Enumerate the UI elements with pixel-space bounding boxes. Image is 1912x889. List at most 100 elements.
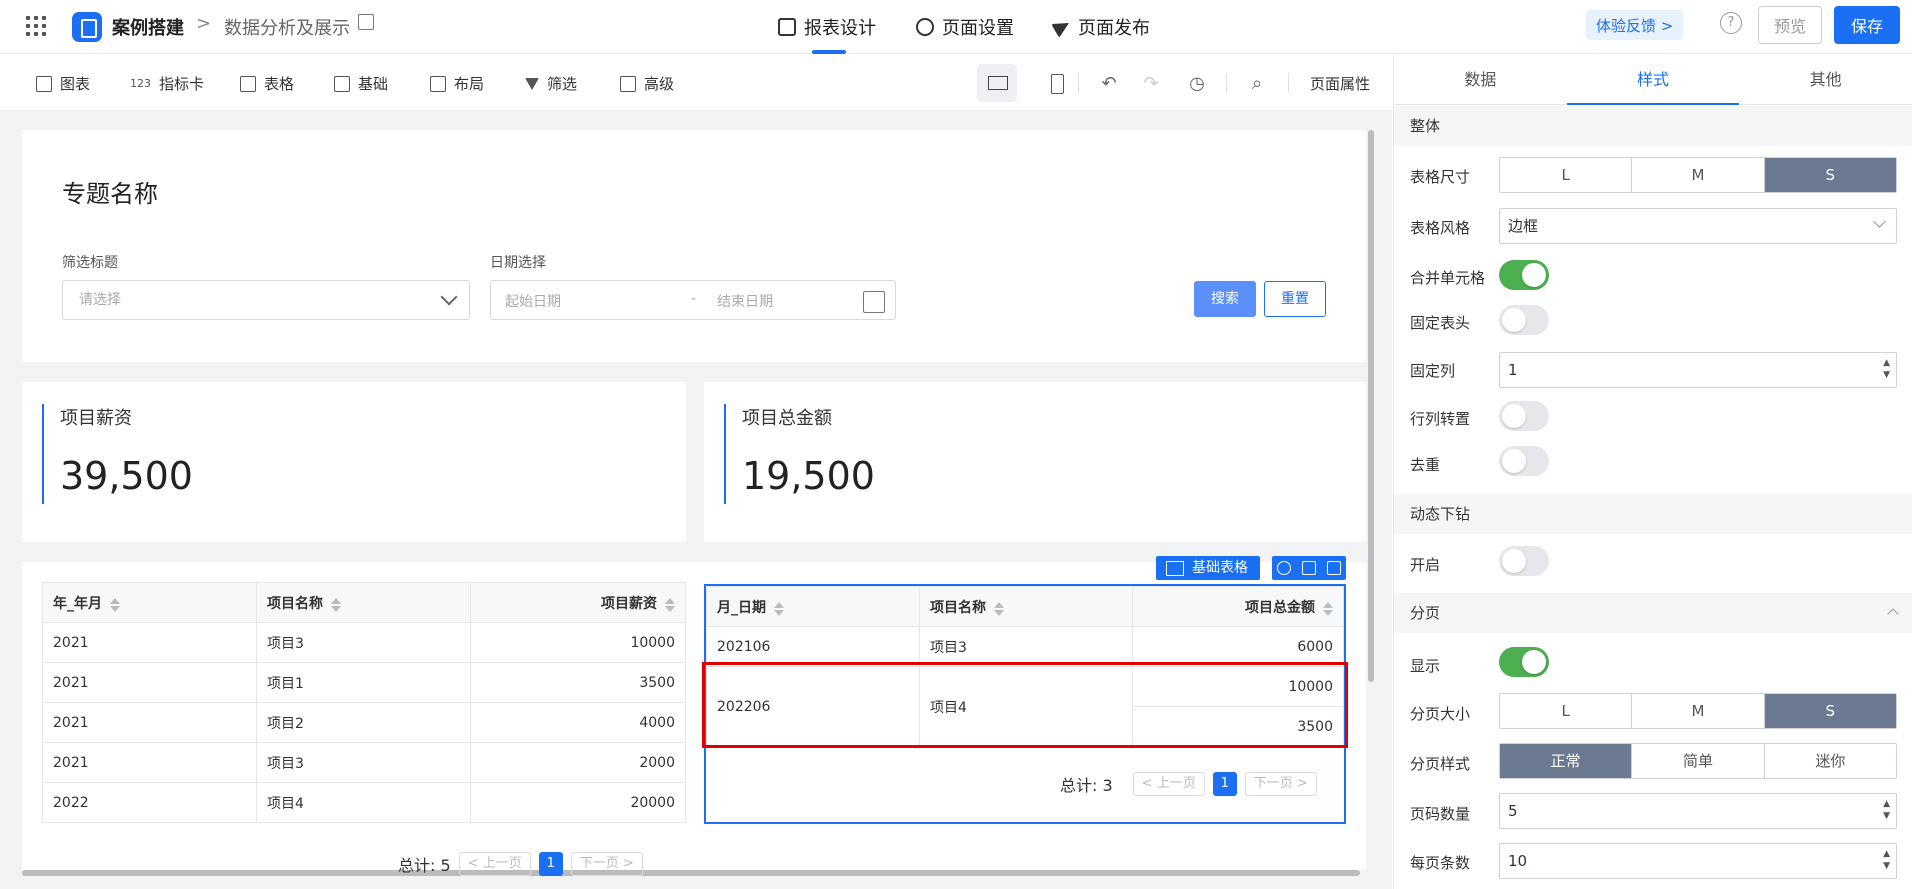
chevron-down-icon (440, 288, 458, 306)
drilldown-toggle[interactable] (1499, 546, 1549, 576)
page-number[interactable]: 1 (1212, 772, 1237, 796)
column-header[interactable]: 月_日期 (706, 586, 920, 627)
sort-icon[interactable] (994, 601, 1004, 616)
table-row[interactable]: 202106 项目3 6000 (706, 626, 1344, 667)
history-icon[interactable]: ◷ (1186, 73, 1208, 94)
page-size-option-m[interactable]: M (1632, 694, 1765, 728)
size-option-l[interactable]: L (1500, 158, 1633, 192)
sort-icon[interactable] (331, 597, 341, 612)
horizontal-scrollbar[interactable] (22, 870, 1360, 876)
tab-style[interactable]: 样式 (1566, 55, 1740, 105)
fixed-header-toggle[interactable] (1499, 305, 1549, 335)
page-size-selector[interactable]: L M S (1499, 693, 1897, 729)
help-icon[interactable]: ? (1720, 12, 1742, 34)
component-type-tag[interactable]: 基础表格 (1156, 556, 1260, 580)
column-header[interactable]: 项目总金额 (1132, 586, 1344, 627)
stepper-icon[interactable]: ▲ ▼ (1883, 357, 1890, 381)
column-header-label: 项目名称 (930, 599, 986, 616)
breadcrumb-root[interactable]: 案例搭建 (112, 14, 184, 40)
fixed-column-input[interactable]: 1 ▲ ▼ (1499, 352, 1897, 388)
copy-icon[interactable] (1301, 561, 1316, 575)
filter-select[interactable]: 请选择 (62, 280, 470, 320)
toolbar-chart[interactable]: 图表 (36, 73, 90, 94)
search-button[interactable]: 搜索 (1194, 281, 1256, 317)
table-size-selector[interactable]: L M S (1499, 157, 1897, 193)
calendar-icon[interactable] (863, 291, 885, 313)
stepper-icon[interactable]: ▲ ▼ (1883, 798, 1890, 822)
column-header[interactable]: 项目名称 (919, 586, 1133, 627)
save-button[interactable]: 保存 (1834, 6, 1900, 44)
table-row[interactable]: 2021 项目3 2000 (42, 742, 686, 783)
transpose-toggle[interactable] (1499, 401, 1549, 431)
vertical-scrollbar[interactable] (1368, 130, 1374, 682)
sort-icon[interactable] (110, 597, 120, 612)
page-style-selector[interactable]: 正常 简单 迷你 (1499, 743, 1897, 779)
per-page-input[interactable]: 10 ▲ ▼ (1499, 843, 1897, 879)
table-row[interactable]: 2022 项目4 20000 (42, 782, 686, 823)
end-date-input[interactable]: 结束日期 (717, 291, 773, 311)
section-pagination[interactable]: 分页 (1394, 593, 1912, 633)
page-properties-button[interactable]: 页面属性 (1310, 73, 1370, 94)
toolbar-advanced[interactable]: 高级 (620, 73, 674, 94)
chevron-up-icon[interactable] (1887, 608, 1899, 620)
edit-icon[interactable] (358, 14, 374, 30)
page-style-normal[interactable]: 正常 (1500, 744, 1633, 778)
page-size-option-s[interactable]: S (1764, 694, 1896, 728)
delete-icon[interactable] (1326, 561, 1341, 575)
table-row[interactable]: 2021 项目2 4000 (42, 702, 686, 743)
tab-page-settings[interactable]: 页面设置 (916, 0, 1014, 54)
tab-page-publish[interactable]: 页面发布 (1051, 0, 1150, 54)
next-page-button[interactable]: 下一页 > (570, 852, 643, 876)
column-header[interactable]: 项目名称 (256, 582, 471, 623)
stepper-icon[interactable]: ▲ ▼ (1883, 848, 1890, 872)
filter-card[interactable]: 专题名称 筛选标题 请选择 日期选择 起始日期 - 结束日期 搜索 重置 (22, 130, 1366, 362)
page-style-mini[interactable]: 迷你 (1765, 744, 1896, 778)
table-style-select[interactable]: 边框 (1499, 208, 1897, 244)
sort-icon[interactable] (774, 601, 784, 616)
pagination-show-toggle[interactable] (1499, 647, 1549, 677)
toolbar-kpi-card[interactable]: 123 指标卡 (130, 73, 204, 94)
page-number[interactable]: 1 (538, 852, 563, 876)
tab-report-design[interactable]: 报表设计 (778, 0, 876, 54)
toolbar-divider (1288, 73, 1289, 93)
reset-button[interactable]: 重置 (1264, 281, 1326, 317)
prev-page-button[interactable]: < 上一页 (1132, 772, 1205, 796)
date-range-picker[interactable]: 起始日期 - 结束日期 (490, 280, 896, 320)
apps-grid-icon[interactable] (26, 16, 46, 36)
pagination-show-label: 显示 (1410, 657, 1441, 675)
column-header[interactable]: 年_年月 (42, 582, 257, 623)
refresh-icon[interactable] (1277, 561, 1292, 575)
dedupe-toggle[interactable] (1499, 446, 1549, 476)
next-page-button[interactable]: 下一页 > (1244, 772, 1317, 796)
search-icon[interactable]: ⌕ (1246, 73, 1268, 94)
kpi-card-total[interactable]: 项目总金额 19,500 (704, 382, 1366, 542)
tab-data[interactable]: 数据 (1394, 55, 1567, 104)
size-option-s[interactable]: S (1764, 158, 1896, 192)
desktop-view-icon[interactable] (977, 64, 1017, 102)
page-style-simple[interactable]: 简单 (1632, 744, 1765, 778)
table-row[interactable]: 2021 项目3 10000 (42, 622, 686, 663)
undo-icon[interactable]: ↶ (1098, 73, 1120, 94)
column-header[interactable]: 项目薪资 (470, 582, 686, 623)
kpi-card-salary[interactable]: 项目薪资 39,500 (22, 382, 686, 542)
toolbar-filter[interactable]: 筛选 (525, 73, 577, 94)
toolbar-layout[interactable]: 布局 (430, 73, 484, 94)
toolbar-table[interactable]: 表格 (240, 73, 294, 94)
redo-icon[interactable]: ↷ (1140, 73, 1162, 94)
prev-page-button[interactable]: < 上一页 (458, 852, 531, 876)
merge-cells-toggle[interactable] (1499, 260, 1549, 290)
sort-icon[interactable] (665, 597, 675, 612)
preview-button[interactable]: 预览 (1758, 6, 1822, 44)
table-row[interactable]: 2021 项目1 3500 (42, 662, 686, 703)
tab-other[interactable]: 其他 (1739, 55, 1912, 104)
start-date-input[interactable]: 起始日期 (505, 291, 561, 311)
sort-icon[interactable] (1323, 601, 1333, 616)
pagination: 总计: 3 < 上一页 1 下一页 > (1060, 772, 1317, 796)
page-count-input[interactable]: 5 ▲ ▼ (1499, 793, 1897, 829)
toolbar-basic[interactable]: 基础 (334, 73, 388, 94)
page-size-option-l[interactable]: L (1500, 694, 1633, 728)
salary-table[interactable]: 年_年月 项目名称 项目薪资 2021 项目3 10000 2021 项目1 3500 … (42, 582, 686, 823)
size-option-m[interactable]: M (1632, 158, 1765, 192)
mobile-view-icon[interactable] (1037, 64, 1077, 102)
feedback-button[interactable]: 体验反馈 > (1586, 10, 1684, 40)
